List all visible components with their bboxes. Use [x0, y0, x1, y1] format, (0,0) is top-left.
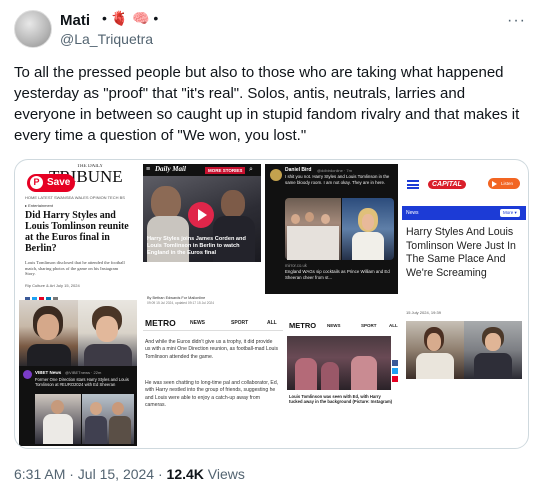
capital-photo-louis — [464, 321, 522, 379]
dailymail-topbar: ≡ Daily Mail MORE STORIES ⌕ — [143, 164, 261, 176]
daniel-bird-tweet-screenshot: Daniel Bird @ddbirdonline · 7m I shit yo… — [265, 164, 398, 294]
metro-tab-sport[interactable]: SPORT — [231, 320, 248, 326]
louis-photo — [78, 300, 137, 366]
tweet-header: Mati • 🫀 🧠 • @La_Triquetra ··· — [14, 10, 526, 50]
capital-photo-harry — [406, 321, 464, 379]
facebook-share-icon[interactable] — [392, 360, 398, 366]
capital-topbar: CAPITAL Listen — [402, 164, 526, 206]
views-label: Views — [203, 466, 245, 482]
video-caption: Harry Styles joins James Corden and Loui… — [147, 236, 246, 256]
tweet-text: To all the pressed people but also to th… — [14, 64, 520, 144]
link-title[interactable]: England WAGs sip cocktails as Prince Wil… — [285, 269, 393, 280]
article-headline: Did Harry Styles and Louis Tomlinson reu… — [25, 210, 129, 254]
pinterest-share-icon-2[interactable] — [392, 376, 398, 382]
article-body: Louis Tomlinson disclosed that he attend… — [25, 260, 125, 276]
name-emoji-icons: • 🫀 🧠 • — [102, 10, 159, 26]
metro-photo-caption: Louis Tomlinson was seen with Ed, with H… — [289, 394, 393, 405]
dailymail-byline: By Bethan Edwards For Mailonline — [147, 296, 206, 300]
metro-logo: METRO — [145, 318, 176, 328]
capital-date: 15 July 2024, 19:39 — [406, 310, 441, 315]
share-icons[interactable] — [25, 289, 58, 302]
views-count: 12.4K — [166, 466, 204, 482]
media-collage[interactable]: THE DAILY TRIBUNE P Save HOME LATEST SWA… — [14, 159, 529, 449]
vibet-photo-left — [35, 394, 81, 444]
avatar[interactable] — [14, 10, 52, 48]
capital-more-label: More — [503, 210, 514, 215]
section-label: ▸ Entertainment — [25, 203, 54, 208]
pinterest-icon: P — [30, 176, 43, 189]
daily-mail-screenshot: ≡ Daily Mail MORE STORIES ⌕ Harry Styles… — [143, 164, 261, 312]
crowd-photo-left — [285, 198, 341, 260]
tribune-article-screenshot: THE DAILY TRIBUNE P Save HOME LATEST SWA… — [19, 164, 137, 446]
daniel-avatar — [270, 169, 282, 181]
tribune-nav: HOME LATEST SWANSEA WALES OPINION TECH B… — [25, 195, 125, 200]
daniel-name: Daniel Bird — [285, 167, 312, 173]
metro-share-icons[interactable] — [392, 360, 398, 382]
menu-icon[interactable]: ≡ — [146, 166, 150, 173]
search-icon[interactable]: ⌕ — [249, 165, 253, 174]
dailymail-dates: 09:09 15 Jul 2024, updated 09:17 15 Jul … — [147, 301, 215, 305]
capital-headline: Harry Styles And Louis Tomlinson Were Ju… — [406, 226, 516, 279]
daniel-handle: @ddbirdonline · 7m — [317, 167, 352, 173]
timestamp[interactable]: 6:31 AM · Jul 15, 2024 · — [14, 466, 167, 482]
metro-tab-news[interactable]: NEWS — [190, 320, 205, 326]
twitter-share-icon[interactable] — [392, 368, 398, 374]
capital-more-button[interactable]: More ▾ — [500, 209, 520, 217]
metro-photo-screenshot: METRO NEWS SPORT ALL Louis Tomlinson was… — [287, 320, 398, 416]
harry-photo — [19, 300, 78, 366]
capital-logo: CAPITAL — [428, 180, 466, 189]
more-options-icon[interactable]: ··· — [507, 12, 526, 30]
user-handle[interactable]: @La_Triquetra — [60, 31, 153, 47]
metro-stadium-photo — [287, 336, 391, 390]
display-name[interactable]: Mati — [60, 12, 90, 29]
metro2-tab-news[interactable]: NEWS — [327, 323, 341, 328]
vibet-handle: @VIBETnews · 22m — [65, 370, 102, 375]
capital-article-screenshot: CAPITAL Listen News More ▾ Harry Styles … — [402, 164, 526, 446]
link-source[interactable]: mirror.co.uk — [285, 263, 307, 268]
metro-paragraph-2: He was seen chatting to long-time pal an… — [145, 380, 279, 409]
dailymail-logo: Daily Mail — [155, 165, 186, 173]
save-label: Save — [47, 177, 71, 188]
metro-tab-all[interactable]: ALL — [267, 320, 277, 326]
capital-section: News — [406, 210, 419, 216]
metro2-tab-all[interactable]: ALL — [389, 323, 398, 328]
metro-logo-2: METRO — [289, 321, 317, 330]
vibet-text: Former One Direction stars Harry Styles … — [35, 377, 129, 387]
play-icon — [492, 180, 497, 187]
vibet-news-post[interactable]: VIBET News @VIBETnews · 22m Former One D… — [19, 366, 137, 446]
metro-article-text-screenshot: METRO NEWS SPORT ALL And while the Euros… — [143, 316, 283, 446]
listen-label: Listen — [501, 181, 514, 186]
play-button-icon[interactable] — [188, 202, 214, 228]
more-stories-button[interactable]: MORE STORIES — [205, 166, 246, 174]
capital-news-bar: News More ▾ — [402, 206, 526, 220]
vibet-logo-icon — [23, 370, 32, 379]
pinterest-save-button[interactable]: P Save — [27, 174, 75, 192]
metro-paragraph-1: And while the Euros didn't give us a tro… — [145, 339, 279, 360]
tweet-footer: 6:31 AM · Jul 15, 2024 · 12.4K Views — [14, 466, 245, 482]
metro2-tab-sport[interactable]: SPORT — [361, 323, 377, 328]
vibet-source: VIBET News — [35, 370, 62, 375]
daniel-tweet-text: I shit you not. Harry Styles and Louis T… — [285, 174, 390, 185]
listen-button[interactable]: Listen — [488, 178, 520, 189]
dailymail-video[interactable]: Harry Styles joins James Corden and Loui… — [143, 176, 261, 262]
article-byline: Rip Culture & Art July 15, 2024 — [25, 283, 80, 288]
vibet-photo-right — [82, 394, 134, 444]
crowd-photo-right — [342, 198, 394, 260]
